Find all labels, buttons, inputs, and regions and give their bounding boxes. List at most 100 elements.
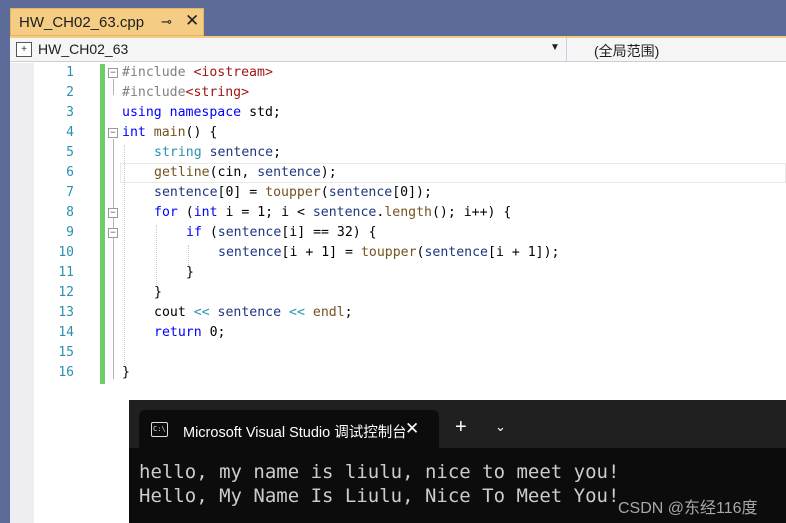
line-number: 9 bbox=[66, 225, 74, 240]
document-tab-strip: HW_CH02_63.cpp ⊸ ✕ bbox=[0, 0, 786, 36]
code-text: ; bbox=[344, 305, 353, 320]
console-icon: C:\ bbox=[151, 422, 168, 437]
outline-line bbox=[113, 139, 114, 379]
code-line-1[interactable]: #include <iostream> bbox=[122, 65, 273, 80]
code-line-8[interactable]: for (int i = 1; i < sentence.length(); i… bbox=[154, 205, 511, 220]
code-line-5[interactable]: string sentence; bbox=[154, 145, 281, 160]
pin-icon[interactable]: ⊸ bbox=[161, 14, 172, 30]
include-header: <string> bbox=[185, 85, 250, 100]
code-text: ( bbox=[201, 225, 218, 240]
collapse-icon[interactable]: − bbox=[108, 208, 118, 218]
code-text: 0; bbox=[201, 325, 226, 340]
left-chrome-strip bbox=[0, 36, 10, 523]
line-number: 2 bbox=[66, 85, 74, 100]
project-scope-dropdown[interactable]: + HW_CH02_63 ▼ bbox=[14, 39, 562, 60]
code-text: (); i++) { bbox=[431, 205, 512, 220]
keyword: int bbox=[122, 125, 146, 140]
line-number: 16 bbox=[58, 365, 74, 380]
line-number: 12 bbox=[58, 285, 74, 300]
chevron-down-icon[interactable]: ⌄ bbox=[495, 419, 506, 435]
console-title: Microsoft Visual Studio 调试控制台 bbox=[183, 425, 405, 441]
variable: sentence bbox=[257, 165, 321, 180]
function-name: getline bbox=[154, 165, 210, 180]
code-line-12[interactable]: } bbox=[154, 285, 162, 300]
console-output-line: Hello, My Name Is Liulu, Nice To Meet Yo… bbox=[139, 485, 620, 507]
keyword: int bbox=[193, 205, 218, 220]
code-text: ; bbox=[273, 145, 282, 160]
tab-hw-ch02-63-cpp[interactable]: HW_CH02_63.cpp ⊸ ✕ bbox=[10, 8, 204, 36]
function-name: toupper bbox=[360, 245, 417, 260]
code-text: ; bbox=[272, 105, 281, 120]
line-number: 8 bbox=[66, 205, 74, 220]
variable: sentence bbox=[312, 205, 377, 220]
collapse-icon[interactable]: − bbox=[108, 228, 118, 238]
include-header: <iostream> bbox=[193, 65, 273, 80]
code-text: () { bbox=[185, 125, 218, 140]
function-name: toupper bbox=[265, 185, 321, 200]
code-line-13[interactable]: cout << sentence << endl; bbox=[154, 305, 353, 320]
function-name: main bbox=[153, 125, 186, 140]
project-scope-label: HW_CH02_63 bbox=[38, 41, 129, 57]
type-name: string bbox=[154, 145, 202, 160]
code-line-9[interactable]: if (sentence[i] == 32) { bbox=[186, 225, 377, 240]
chevron-down-icon[interactable]: ▼ bbox=[550, 42, 560, 53]
line-number: 1 bbox=[66, 65, 74, 80]
watermark: CSDN @东经116度 bbox=[618, 500, 758, 517]
namespace-name: std bbox=[249, 105, 273, 120]
line-number: 13 bbox=[58, 305, 74, 320]
indent-guide bbox=[156, 225, 157, 285]
editor-margin bbox=[10, 63, 34, 523]
outline-line bbox=[113, 79, 114, 95]
code-text: ( bbox=[177, 205, 194, 220]
line-number: 14 bbox=[58, 325, 74, 340]
variable: sentence bbox=[209, 145, 274, 160]
variable: sentence bbox=[424, 245, 488, 260]
new-tab-icon[interactable]: + bbox=[455, 416, 467, 439]
code-text: [i + 1]); bbox=[488, 245, 560, 260]
collapse-icon[interactable]: − bbox=[108, 128, 118, 138]
code-text: cout bbox=[154, 305, 194, 320]
global-scope-dropdown[interactable]: (全局范围) bbox=[594, 41, 659, 61]
line-number: 11 bbox=[58, 265, 74, 280]
line-number: 10 bbox=[58, 245, 74, 260]
code-line-10[interactable]: sentence[i + 1] = toupper(sentence[i + 1… bbox=[218, 245, 559, 260]
variable: sentence bbox=[328, 185, 393, 200]
keyword: using bbox=[122, 105, 162, 120]
line-number: 5 bbox=[66, 145, 74, 160]
code-line-4[interactable]: int main() { bbox=[122, 125, 217, 140]
navbar-divider bbox=[566, 38, 567, 62]
navigation-bar: + HW_CH02_63 ▼ (全局范围) bbox=[10, 36, 786, 62]
code-line-11[interactable]: } bbox=[186, 265, 194, 280]
operator: << bbox=[289, 305, 305, 320]
collapse-icon[interactable]: − bbox=[108, 68, 118, 78]
keyword: return bbox=[154, 325, 202, 340]
function-name: length bbox=[384, 205, 432, 220]
code-line-16[interactable]: } bbox=[122, 365, 130, 380]
code-line-3[interactable]: using namespace std; bbox=[122, 105, 281, 120]
line-number: 4 bbox=[66, 125, 74, 140]
preprocessor-directive: #include bbox=[122, 85, 186, 100]
console-titlebar: C:\ Microsoft Visual Studio 调试控制台 ✕ + ⌄ bbox=[129, 400, 786, 448]
code-text: ( bbox=[320, 185, 329, 200]
close-icon[interactable]: ✕ bbox=[405, 419, 419, 439]
code-line-6[interactable]: getline(cin, sentence); bbox=[154, 165, 337, 180]
console-tab[interactable]: C:\ Microsoft Visual Studio 调试控制台 ✕ bbox=[139, 410, 439, 448]
line-number: 3 bbox=[66, 105, 74, 120]
operator: << bbox=[193, 305, 210, 320]
line-number: 15 bbox=[58, 345, 74, 360]
code-line-2[interactable]: #include<string> bbox=[122, 85, 249, 100]
variable: sentence bbox=[217, 305, 282, 320]
close-icon[interactable]: ✕ bbox=[185, 11, 199, 31]
code-text: [0]); bbox=[392, 185, 432, 200]
code-line-7[interactable]: sentence[0] = toupper(sentence[0]); bbox=[154, 185, 432, 200]
code-line-14[interactable]: return 0; bbox=[154, 325, 225, 340]
code-text: ); bbox=[320, 165, 337, 180]
code-text: [0] = bbox=[217, 185, 266, 200]
project-scope-icon: + bbox=[16, 42, 32, 57]
code-text: (cin, bbox=[209, 165, 258, 180]
console-output-line: hello, my name is liulu, nice to meet yo… bbox=[139, 461, 620, 483]
variable: sentence bbox=[154, 185, 218, 200]
